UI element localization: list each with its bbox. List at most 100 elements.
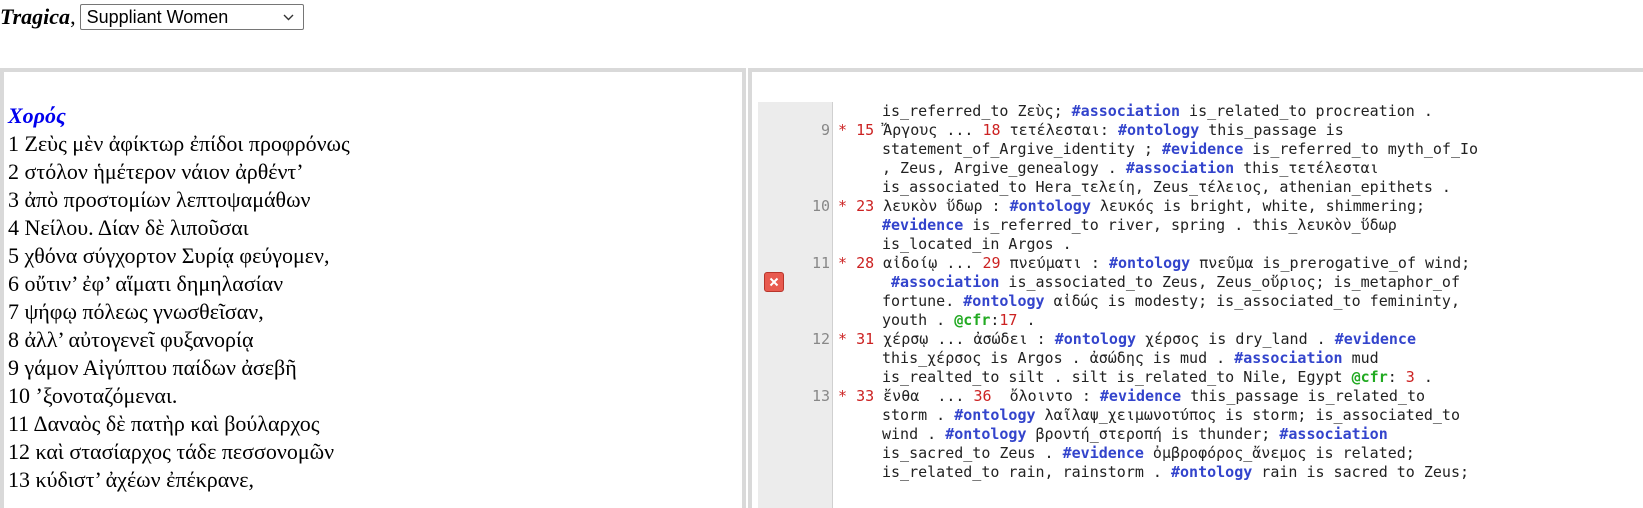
editor-row: is_realted_to silt . silt is_related_to …: [882, 368, 1433, 387]
code-text: βροντή_στεροπή is thunder;: [1026, 425, 1280, 443]
header-bar: Tragica , Suppliant Women: [0, 2, 304, 32]
code-text: *: [838, 254, 857, 272]
code-text: mud: [1342, 349, 1379, 367]
tag-keyword: #evidence: [1099, 387, 1182, 405]
tag-keyword: #evidence: [882, 216, 964, 234]
tag-keyword: #ontology: [963, 292, 1045, 310]
code-text: 3: [1405, 368, 1415, 386]
code-text: wind .: [882, 425, 946, 443]
code-text: χέρσῳ ... ἀσώδει :: [874, 330, 1055, 348]
tag-keyword: #evidence: [1062, 444, 1144, 462]
code-text: youth .: [882, 311, 955, 329]
code-text: αἰδώς is modesty; is_associated_to femin…: [1044, 292, 1460, 310]
code-text: storm .: [882, 406, 955, 424]
code-text: rain is sacred to Zeus;: [1252, 463, 1470, 481]
line-number: 11: [811, 254, 830, 272]
code-text: this_τετέλεσται: [1234, 159, 1379, 177]
code-text: this_passage is: [1199, 121, 1344, 139]
tag-keyword: #association: [1279, 425, 1388, 443]
verse-line: 10 ’ξονοταζόμεναι.: [8, 383, 178, 408]
code-text: Ἄργους ...: [874, 121, 983, 139]
line-number: 12: [811, 330, 830, 348]
app-title: Tragica: [0, 4, 71, 29]
close-icon[interactable]: [764, 272, 784, 292]
text-content: Χορός 1 Ζεὺς μὲν ἀφίκτωρ ἐπίδοι προφρόνω…: [8, 102, 738, 494]
code-text: is_located_in Argos .: [882, 235, 1072, 253]
editor-row: is_referred_to Ζεὺς; #association is_rel…: [882, 102, 1433, 121]
editor-row: fortune. #ontology αἰδώς is modesty; is_…: [882, 292, 1460, 311]
cfr-tag: @cfr: [1351, 368, 1388, 386]
code-text: λαῖλαψ_χειμωνοτύπος is storm; is_associa…: [1035, 406, 1460, 424]
code-text: is_related_to rain, rainstorm .: [882, 463, 1171, 481]
code-text: ὀμβροφόρος_ἄνεμος is related;: [1143, 444, 1415, 462]
code-text: is_referred_to myth_of_Io: [1243, 140, 1479, 158]
tag-keyword: #association: [891, 273, 1000, 291]
line-number-gutter: [758, 102, 833, 508]
verse-ref: 33: [856, 387, 875, 405]
editor-row: * 33 ἔνθα ... 36 ὄλοιντο : #evidence thi…: [838, 387, 1425, 406]
code-text: is_associated_to Zeus, Zeus_οὔριος; is_m…: [999, 273, 1460, 291]
text-panel[interactable]: Χορός 1 Ζεὺς μὲν ἀφίκτωρ ἐπίδοι προφρόνω…: [0, 68, 746, 508]
editor-row: * 28 αἰδοίῳ ... 29 πνεύματι : #ontology …: [838, 254, 1470, 273]
verse-ref: 29: [982, 254, 1001, 272]
code-text: λευκὸν ὕδωρ :: [874, 197, 1010, 215]
code-text: is_referred_to Ζεὺς;: [882, 102, 1072, 120]
code-text: 17: [999, 311, 1018, 329]
play-select[interactable]: Suppliant Women: [79, 4, 304, 30]
code-text: τετέλεσται:: [1000, 121, 1118, 139]
editor-row: youth . @cfr:17 .: [882, 311, 1036, 330]
tag-keyword: #ontology: [954, 406, 1036, 424]
code-text: .: [1414, 368, 1433, 386]
tag-keyword: #ontology: [1009, 197, 1091, 215]
play-select-value: Suppliant Women: [86, 7, 229, 27]
code-text: , Zeus, Argive_genealogy .: [882, 159, 1126, 177]
annotation-editor[interactable]: is_referred_to Ζεὺς; #association is_rel…: [748, 68, 1643, 508]
tag-keyword: #ontology: [1170, 463, 1253, 481]
verse-line: 11 Δαναὸς δὲ πατὴρ καὶ βούλαρχος: [8, 411, 320, 436]
code-text: fortune.: [882, 292, 964, 310]
verse-ref: 15: [856, 121, 875, 139]
editor-row: * 15 Ἄργους ... 18 τετέλεσται: #ontology…: [838, 121, 1344, 140]
code-text: is_associated_to Hera_τελείη, Zeus_τέλει…: [882, 178, 1451, 196]
editor-row: , Zeus, Argive_genealogy . #association …: [882, 159, 1379, 178]
cfr-tag: @cfr: [954, 311, 991, 329]
editor-row: is_related_to rain, rainstorm . #ontolog…: [882, 463, 1469, 482]
editor-row: is_associated_to Hera_τελείη, Zeus_τέλει…: [882, 178, 1451, 197]
editor-row: is_sacred_to Zeus . #evidence ὀμβροφόρος…: [882, 444, 1415, 463]
verse-line: 8 ἀλλ’ αὐτογενεῖ φυξανορίᾳ: [8, 327, 254, 352]
code-text: is_referred_to river, spring . this_λευκ…: [963, 216, 1397, 234]
editor-row: #evidence is_referred_to river, spring .…: [882, 216, 1397, 235]
verse-ref: 18: [982, 121, 1001, 139]
code-text: is_related_to procreation .: [1180, 102, 1433, 120]
tag-keyword: #association: [1071, 102, 1181, 120]
code-text: χέρσος is dry_land .: [1136, 330, 1335, 348]
verse-line: 5 χθόνα σύγχορτον Συρίᾳ φεύγομεν,: [8, 243, 330, 268]
verse-line: 6 οὔτιν’ ἐφ’ αἵματι δημηλασίαν: [8, 271, 284, 296]
line-number: 10: [811, 197, 830, 215]
editor-row: * 31 χέρσῳ ... ἀσώδει : #ontology χέρσος…: [838, 330, 1416, 349]
verse-ref: 28: [856, 254, 875, 272]
tag-keyword: #ontology: [945, 425, 1027, 443]
editor-row: * 23 λευκὸν ὕδωρ : #ontology λευκός is b…: [838, 197, 1425, 216]
code-text: πνεῦμα is_prerogative_of wind;: [1190, 254, 1471, 272]
code-text: ἔνθα ...: [874, 387, 974, 405]
code-text: λευκός is bright, white, shimmering;: [1090, 197, 1426, 215]
line-number: 13: [811, 387, 830, 405]
verse-line: 9 γάμον Αἰγύπτου παίδων ἀσεβῆ: [8, 355, 297, 380]
editor-row: statement_of_Argive_identity ; #evidence…: [882, 140, 1478, 159]
tag-keyword: #ontology: [1117, 121, 1200, 139]
verse-line: 3 ἀπὸ προστομίων λεπτοψαμάθων: [8, 187, 311, 212]
tag-keyword: #ontology: [1108, 254, 1191, 272]
verse-ref: 31: [856, 330, 875, 348]
title-separator: ,: [70, 4, 76, 29]
code-text: is_realted_to silt . silt is_related_to …: [882, 368, 1352, 386]
tag-keyword: #ontology: [1054, 330, 1137, 348]
editor-row: #association is_associated_to Zeus, Zeus…: [882, 273, 1460, 292]
editor-row: is_located_in Argos .: [882, 235, 1072, 254]
code-text: *: [838, 197, 857, 215]
verse-line: 7 ψήφῳ πόλεως γνωσθεῖσαν,: [8, 299, 264, 324]
verse-line: 12 καὶ στασίαρχος τάδε πεσσονομῶν: [8, 439, 335, 464]
code-text: ὄλοιντο :: [991, 387, 1100, 405]
code-text: *: [838, 121, 857, 139]
